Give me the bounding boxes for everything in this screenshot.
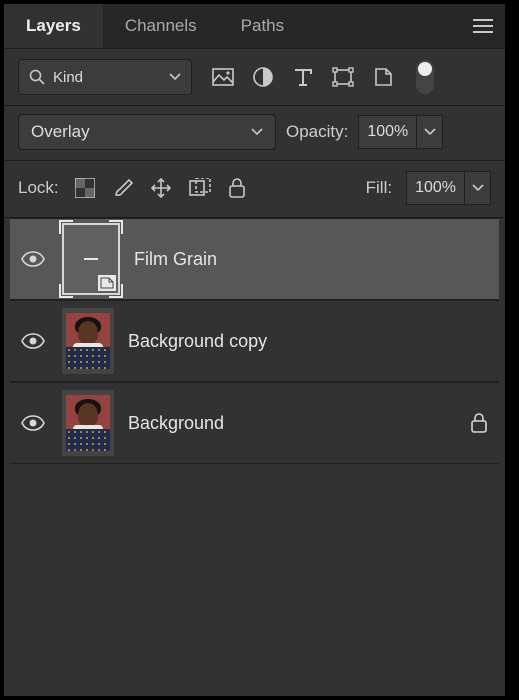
layer-row[interactable]: Film Grain xyxy=(10,218,499,300)
filter-shape-layers-button[interactable] xyxy=(332,66,354,88)
fill-label: Fill: xyxy=(366,178,392,198)
eye-icon xyxy=(21,333,45,349)
checkerboard-icon xyxy=(75,178,95,198)
filter-type-layers-button[interactable] xyxy=(292,66,314,88)
portrait-thumbnail-image xyxy=(66,395,110,451)
adjustment-icon xyxy=(253,67,273,87)
smart-object-badge-icon xyxy=(98,275,116,291)
portrait-thumbnail-image xyxy=(66,313,110,369)
chevron-down-icon xyxy=(424,128,436,136)
chevron-down-icon xyxy=(472,184,484,192)
fill-field[interactable]: 100% xyxy=(406,171,465,205)
lock-icon xyxy=(469,412,489,434)
filter-type-dropdown[interactable]: Kind xyxy=(18,59,192,95)
chevron-down-icon xyxy=(169,73,181,81)
menu-icon xyxy=(473,19,493,33)
lock-row: Lock: Fill: 100% xyxy=(4,161,505,218)
type-icon xyxy=(293,68,313,86)
layer-name-label[interactable]: Background copy xyxy=(128,331,267,352)
layer-row[interactable]: Background xyxy=(10,382,499,464)
opacity-dropdown-button[interactable] xyxy=(417,115,443,149)
move-icon xyxy=(150,177,172,199)
blend-mode-dropdown[interactable]: Overlay xyxy=(18,114,276,150)
shape-icon xyxy=(332,67,354,87)
fill-dropdown-button[interactable] xyxy=(465,171,491,205)
chevron-down-icon xyxy=(251,128,263,136)
layer-name-label[interactable]: Film Grain xyxy=(134,249,217,270)
tab-layers[interactable]: Layers xyxy=(4,4,103,48)
layers-list: Film Grain Background copy Background xyxy=(4,218,505,696)
panel-menu-button[interactable] xyxy=(461,4,505,48)
filter-toggle-switch[interactable] xyxy=(416,60,434,94)
eye-icon xyxy=(21,415,45,431)
filter-adjustment-layers-button[interactable] xyxy=(252,66,274,88)
filter-smart-object-button[interactable] xyxy=(372,66,394,88)
layers-panel: Layers Channels Paths Kind xyxy=(4,4,505,696)
panel-tab-bar: Layers Channels Paths xyxy=(4,4,505,48)
layer-visibility-toggle[interactable] xyxy=(18,333,48,349)
layer-thumbnail[interactable] xyxy=(62,223,120,295)
image-icon xyxy=(212,68,234,86)
layer-thumbnail[interactable] xyxy=(62,390,114,456)
filter-row: Kind xyxy=(4,48,505,106)
lock-image-pixels-button[interactable] xyxy=(111,176,135,200)
lock-transparency-button[interactable] xyxy=(73,176,97,200)
tab-paths[interactable]: Paths xyxy=(219,4,306,48)
layer-thumbnail[interactable] xyxy=(62,308,114,374)
brush-icon xyxy=(112,177,134,199)
opacity-field[interactable]: 100% xyxy=(358,115,417,149)
tab-channels[interactable]: Channels xyxy=(103,4,219,48)
opacity-label: Opacity: xyxy=(286,122,348,142)
lock-icon xyxy=(228,178,246,198)
lock-position-button[interactable] xyxy=(149,176,173,200)
lock-all-button[interactable] xyxy=(225,176,249,200)
layer-row[interactable]: Background copy xyxy=(10,300,499,382)
lock-label: Lock: xyxy=(18,178,59,198)
search-icon xyxy=(29,69,45,85)
smart-object-icon xyxy=(373,67,393,87)
layer-visibility-toggle[interactable] xyxy=(18,251,48,267)
layer-name-label[interactable]: Background xyxy=(128,413,224,434)
layer-visibility-toggle[interactable] xyxy=(18,415,48,431)
lock-artboard-nesting-button[interactable] xyxy=(187,176,211,200)
filter-type-label: Kind xyxy=(53,69,83,86)
filter-pixel-layers-button[interactable] xyxy=(212,66,234,88)
blend-row: Overlay Opacity: 100% xyxy=(4,106,505,161)
blend-mode-value: Overlay xyxy=(31,122,90,142)
eye-icon xyxy=(21,251,45,267)
artboard-icon xyxy=(187,178,211,198)
